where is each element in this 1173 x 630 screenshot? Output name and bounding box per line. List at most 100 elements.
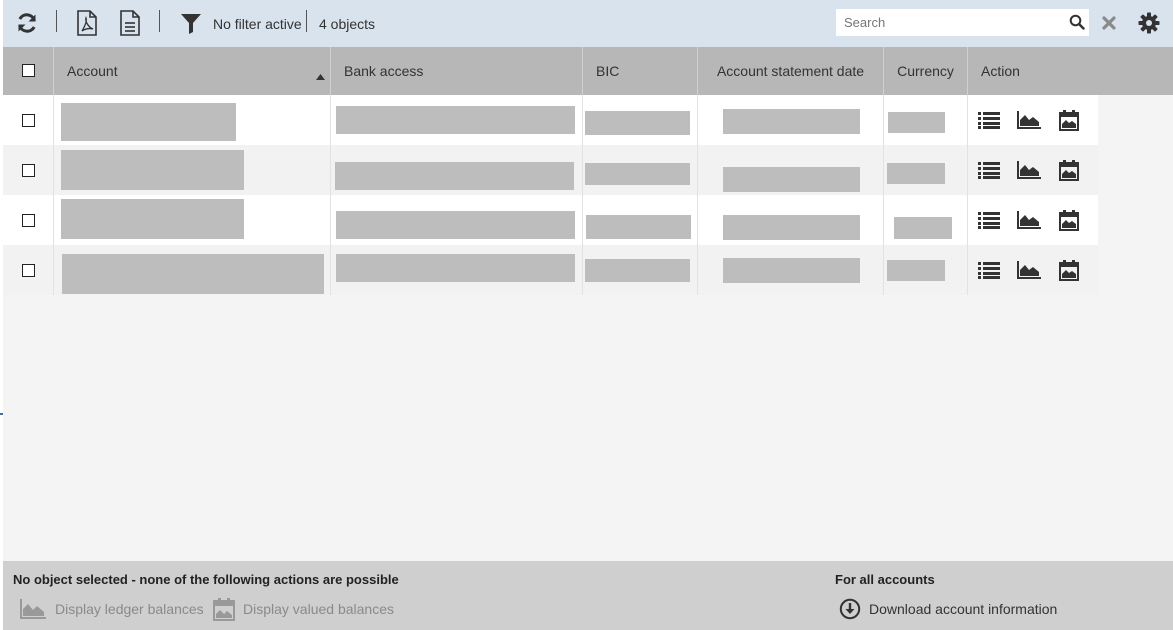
redacted-currency <box>888 112 945 133</box>
table-header: Account Bank access BIC Account statemen… <box>3 47 1173 95</box>
area-chart-icon[interactable] <box>1017 109 1041 131</box>
area-chart-icon[interactable] <box>1017 159 1041 181</box>
column-divider <box>883 195 884 245</box>
column-divider <box>883 145 884 195</box>
list-icon[interactable] <box>977 159 1001 181</box>
column-divider <box>330 95 331 145</box>
calendar-icon[interactable] <box>1057 159 1081 181</box>
filter-icon[interactable] <box>178 9 204 37</box>
settings-gear-icon[interactable] <box>1136 9 1162 37</box>
column-header-account[interactable]: Account <box>53 47 330 95</box>
column-divider <box>883 245 884 295</box>
row-select-checkbox[interactable] <box>22 114 35 127</box>
left-edge-marker <box>0 413 3 415</box>
table-row[interactable] <box>3 245 1098 295</box>
area-chart-icon <box>19 598 47 620</box>
redacted-statement-date <box>723 215 860 240</box>
action-label: Download account information <box>869 601 1058 617</box>
display-valued-balances-button[interactable]: Display valued balances <box>212 597 394 621</box>
column-header-label: Account <box>67 63 118 79</box>
list-icon[interactable] <box>977 209 1001 231</box>
redacted-statement-date <box>723 167 860 192</box>
search-box <box>836 9 1089 36</box>
column-divider <box>330 195 331 245</box>
column-divider <box>697 95 698 145</box>
download-circle-icon <box>839 598 861 620</box>
redacted-bank-access <box>336 106 575 134</box>
redacted-statement-date <box>723 109 860 134</box>
redacted-account <box>61 150 244 190</box>
calendar-icon <box>212 597 236 621</box>
table-row[interactable] <box>3 195 1098 245</box>
clear-search-icon[interactable] <box>1099 9 1119 37</box>
redacted-bank-access <box>336 254 575 282</box>
refresh-icon[interactable] <box>13 9 41 37</box>
search-input[interactable] <box>836 10 1072 35</box>
area-chart-icon[interactable] <box>1017 209 1041 231</box>
calendar-icon[interactable] <box>1057 209 1081 231</box>
column-header-bic[interactable]: BIC <box>582 47 697 95</box>
calendar-icon[interactable] <box>1057 259 1081 281</box>
toolbar-separator <box>159 10 160 32</box>
column-divider <box>582 145 583 195</box>
column-divider <box>330 145 331 195</box>
action-footer: No object selected - none of the followi… <box>3 561 1173 630</box>
column-header-action: Action <box>967 47 1173 95</box>
calendar-icon[interactable] <box>1057 109 1081 131</box>
download-account-information-button[interactable]: Download account information <box>839 597 1057 621</box>
toolbar: No filter active 4 objects <box>3 0 1173 47</box>
document-export-icon[interactable] <box>117 9 143 37</box>
redacted-bank-access <box>336 211 575 239</box>
action-label: Display valued balances <box>243 601 394 617</box>
redacted-bank-access <box>335 162 574 190</box>
redacted-bic <box>586 215 691 239</box>
redacted-bic <box>585 259 690 282</box>
redacted-account <box>62 254 324 294</box>
column-divider <box>697 145 698 195</box>
column-header-label: BIC <box>596 63 620 79</box>
column-divider <box>53 245 54 295</box>
column-header-label: Account statement date <box>716 63 865 79</box>
object-count: 4 objects <box>319 16 376 32</box>
table-row[interactable] <box>3 145 1098 195</box>
area-chart-icon[interactable] <box>1017 259 1041 281</box>
column-header-label: Action <box>981 63 1020 79</box>
column-divider <box>53 145 54 195</box>
search-icon[interactable] <box>1069 14 1085 35</box>
redacted-account <box>61 199 244 239</box>
row-select-checkbox[interactable] <box>22 214 35 227</box>
selection-message: No object selected - none of the followi… <box>13 572 399 587</box>
row-select-checkbox[interactable] <box>22 264 35 277</box>
display-ledger-balances-button[interactable]: Display ledger balances <box>19 597 204 621</box>
column-header-label: Currency <box>897 63 954 79</box>
column-divider <box>883 95 884 145</box>
column-divider <box>967 95 968 145</box>
filter-status: No filter active <box>213 16 302 32</box>
pdf-export-icon[interactable] <box>74 9 100 37</box>
redacted-account <box>61 103 236 141</box>
list-icon[interactable] <box>977 109 1001 131</box>
column-divider <box>582 95 583 145</box>
select-all-checkbox[interactable] <box>22 64 35 77</box>
redacted-currency <box>887 163 945 184</box>
column-header-currency[interactable]: Currency <box>883 47 967 95</box>
column-divider <box>967 245 968 295</box>
redacted-bic <box>585 163 690 185</box>
redacted-currency <box>887 260 945 281</box>
column-header-bank-access[interactable]: Bank access <box>330 47 582 95</box>
column-header-label: Bank access <box>344 63 424 79</box>
column-divider <box>967 145 968 195</box>
sort-ascending-icon <box>316 67 325 83</box>
toolbar-separator <box>56 10 57 32</box>
column-header-statement-date[interactable]: Account statement date <box>697 47 883 95</box>
list-icon[interactable] <box>977 259 1001 281</box>
column-divider <box>697 195 698 245</box>
row-select-checkbox[interactable] <box>22 164 35 177</box>
column-divider <box>53 95 54 145</box>
redacted-currency <box>894 217 952 239</box>
column-divider <box>967 195 968 245</box>
column-divider <box>582 245 583 295</box>
table-row[interactable] <box>3 95 1098 145</box>
select-all-cell <box>3 47 53 95</box>
all-accounts-title: For all accounts <box>835 572 935 587</box>
